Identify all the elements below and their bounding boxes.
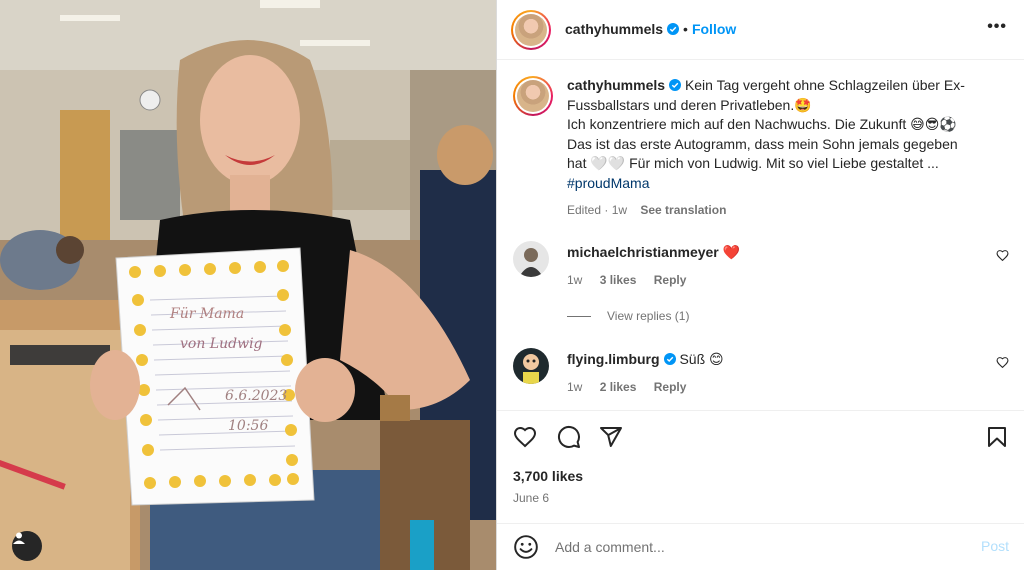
comment-text: michaelchristianmeyer ❤️ — [567, 243, 740, 261]
comment-item: flying.limburg Süß 😊 1w 2 likes Reply — [513, 348, 1009, 408]
commenter-avatar[interactable] — [513, 348, 549, 384]
caption-line-1: Kein Tag vergeht ohne Schlagzeilen über … — [684, 77, 965, 93]
caption-text: cathyhummels Kein Tag vergeht ohne Schla… — [567, 76, 987, 221]
caption-edited: Edited · 1w — [567, 203, 628, 217]
header-separator: • — [683, 21, 688, 37]
share-icon[interactable] — [599, 425, 623, 449]
comment-likes[interactable]: 3 likes — [600, 273, 637, 287]
caption-username[interactable]: cathyhummels — [567, 77, 665, 93]
post-actions: 3,700 likes June 6 — [497, 410, 1024, 540]
user-tag-button[interactable] — [12, 531, 42, 561]
more-options-icon[interactable]: ••• — [987, 18, 1007, 36]
user-tag-icon — [13, 532, 25, 544]
caption-author-avatar[interactable] — [513, 76, 553, 116]
follow-button[interactable]: Follow — [692, 21, 736, 37]
comment-time: 1w — [567, 273, 583, 287]
view-replies-label: View replies (1) — [607, 309, 690, 323]
comment-text: flying.limburg Süß 😊 — [567, 350, 724, 368]
view-replies-button[interactable]: View replies (1) — [567, 309, 689, 323]
comment-meta: 1w 2 likes Reply — [567, 380, 700, 394]
comment-icon[interactable] — [557, 425, 581, 449]
post-date: June 6 — [513, 491, 550, 505]
post-header: cathyhummels • Follow ••• — [497, 0, 1024, 60]
comment-body: Süß 😊 — [679, 351, 724, 367]
comment-like-heart-icon[interactable] — [996, 356, 1009, 369]
note-line-2: von Ludwig — [180, 336, 263, 352]
comment-item: michaelchristianmeyer ❤️ 1w 3 likes Repl… — [513, 241, 1009, 301]
comment-meta: 1w 3 likes Reply — [567, 273, 700, 287]
likes-count[interactable]: 3,700 likes — [513, 468, 583, 484]
caption-meta: Edited · 1w See translation — [567, 201, 987, 221]
save-bookmark-icon[interactable] — [985, 425, 1009, 449]
comment-input[interactable] — [555, 536, 955, 558]
commenter-avatar[interactable] — [513, 241, 549, 277]
caption-line-3: Ich konzentriere mich auf den Nachwuchs.… — [567, 116, 957, 132]
comment-body: ❤️ — [722, 244, 741, 260]
comment-time: 1w — [567, 380, 583, 394]
verified-badge-icon — [663, 353, 676, 365]
comment-username[interactable]: flying.limburg — [567, 351, 660, 367]
header-author-row: cathyhummels • Follow — [565, 21, 736, 37]
note-line-3: 6.6.2023 — [225, 388, 287, 404]
comment-reply-button[interactable]: Reply — [654, 380, 687, 394]
caption-line-2: Fussballstars und deren Privatleben.🤩 — [567, 96, 812, 113]
header-username[interactable]: cathyhummels — [565, 21, 663, 37]
view-replies-line — [567, 315, 591, 317]
author-avatar[interactable] — [511, 10, 551, 50]
comment-composer: Post — [497, 523, 1024, 570]
caption-line-4: Das ist das erste Autogramm, dass mein S… — [567, 135, 958, 152]
post-comment-button[interactable]: Post — [981, 538, 1009, 554]
caption-hashtag[interactable]: #proudMama — [567, 174, 987, 194]
post-details-panel: cathyhummels • Follow ••• cathyhummels K… — [496, 0, 1024, 570]
see-translation-button[interactable]: See translation — [640, 203, 726, 217]
comment-reply-button[interactable]: Reply — [654, 273, 687, 287]
heart-icon[interactable] — [513, 425, 537, 449]
note-line-1: Für Mama — [169, 306, 244, 322]
comment-username[interactable]: michaelchristianmeyer — [567, 244, 719, 260]
post-photo[interactable]: Für Mama von Ludwig 6.6.2023 10:56 — [0, 0, 496, 570]
verified-badge-icon — [667, 23, 680, 35]
verified-badge-icon — [669, 79, 682, 91]
comments-section[interactable]: cathyhummels Kein Tag vergeht ohne Schla… — [497, 60, 1024, 410]
emoji-icon[interactable] — [513, 534, 539, 560]
comment-likes[interactable]: 2 likes — [600, 380, 637, 394]
note-line-4: 10:56 — [228, 418, 268, 434]
caption-line-5: hat 🤍🤍 Für mich von Ludwig. Mit so viel … — [567, 155, 939, 171]
post-photo-illustration: Für Mama von Ludwig 6.6.2023 10:56 — [0, 0, 496, 570]
comment-like-heart-icon[interactable] — [996, 249, 1009, 262]
